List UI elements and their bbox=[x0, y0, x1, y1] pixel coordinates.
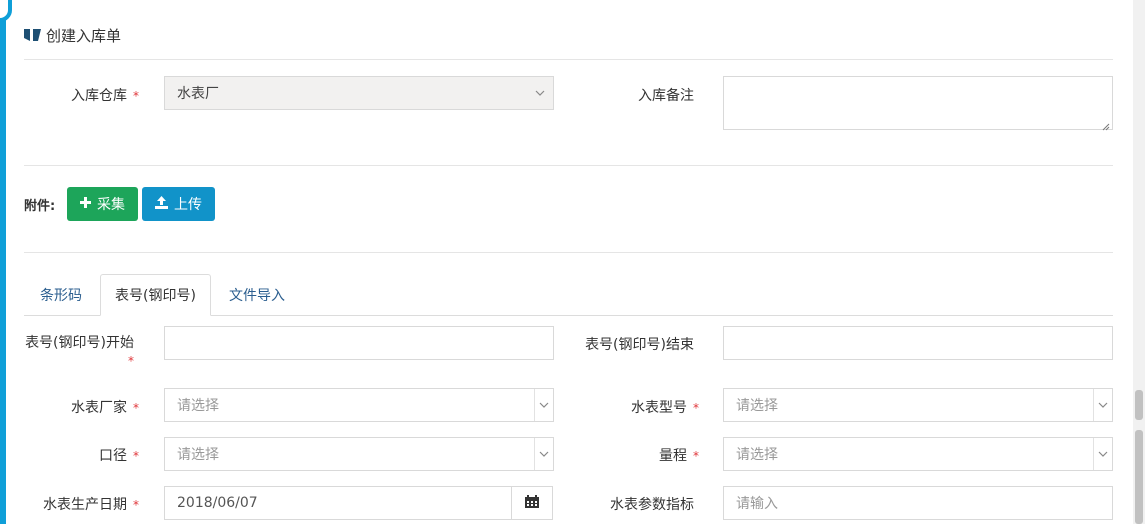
calendar-icon bbox=[525, 494, 539, 512]
maker-label: 水表厂家 * bbox=[71, 400, 139, 416]
page-title: 创建入库单 bbox=[46, 26, 122, 45]
tab-meter-number[interactable]: 表号(钢印号) bbox=[100, 274, 211, 316]
collect-button[interactable]: 采集 bbox=[67, 187, 138, 221]
model-placeholder: 请选择 bbox=[736, 398, 778, 414]
divider bbox=[24, 59, 1113, 60]
collect-button-label: 采集 bbox=[97, 197, 125, 213]
upload-button[interactable]: 上传 bbox=[142, 187, 215, 221]
remark-textarea[interactable] bbox=[723, 76, 1113, 131]
production-date-input[interactable]: 2018/06/07 bbox=[164, 486, 553, 520]
title-mark-icon bbox=[24, 28, 42, 42]
caliber-select[interactable]: 请选择 bbox=[164, 437, 554, 471]
model-label: 水表型号 * bbox=[631, 400, 699, 416]
warehouse-value: 水表厂 bbox=[177, 86, 219, 102]
upload-icon bbox=[155, 195, 168, 213]
production-date-label: 水表生产日期 * bbox=[43, 497, 139, 513]
meter-start-input[interactable] bbox=[164, 326, 554, 360]
caliber-label: 口径 * bbox=[99, 448, 139, 464]
param-placeholder: 请输入 bbox=[736, 496, 778, 512]
maker-placeholder: 请选择 bbox=[177, 398, 219, 414]
tab-barcode[interactable]: 条形码 bbox=[24, 274, 98, 316]
tab-file-import[interactable]: 文件导入 bbox=[213, 274, 301, 316]
attachments-label: 附件: bbox=[24, 199, 56, 214]
meter-end-input[interactable] bbox=[723, 326, 1113, 360]
remark-label: 入库备注 bbox=[638, 88, 694, 104]
chevron-down-icon bbox=[1093, 438, 1112, 470]
model-select[interactable]: 请选择 bbox=[723, 388, 1113, 422]
meter-end-label: 表号(钢印号)结束 bbox=[585, 337, 694, 353]
range-select[interactable]: 请选择 bbox=[723, 437, 1113, 471]
chevron-down-icon bbox=[1093, 389, 1112, 421]
chevron-down-icon bbox=[534, 389, 553, 421]
divider bbox=[24, 165, 1113, 166]
maker-select[interactable]: 请选择 bbox=[164, 388, 554, 422]
scrollbar-thumb[interactable] bbox=[1135, 390, 1143, 420]
warehouse-select[interactable]: 水表厂 bbox=[164, 76, 554, 110]
calendar-button[interactable] bbox=[511, 487, 552, 519]
caliber-placeholder: 请选择 bbox=[177, 447, 219, 463]
plus-icon bbox=[80, 196, 91, 212]
param-input[interactable]: 请输入 bbox=[723, 486, 1113, 520]
resize-handle-icon[interactable] bbox=[1102, 119, 1110, 131]
page-scrollbar[interactable] bbox=[1133, 0, 1145, 524]
left-accent-strip bbox=[0, 0, 12, 524]
chevron-down-icon bbox=[534, 438, 553, 470]
divider bbox=[24, 252, 1113, 253]
page-header: 创建入库单 bbox=[24, 24, 121, 46]
production-date-value: 2018/06/07 bbox=[177, 495, 258, 511]
meter-start-label: 表号(钢印号)开始 * bbox=[25, 335, 134, 368]
warehouse-label: 入库仓库 * bbox=[71, 88, 139, 104]
notch-decoration bbox=[0, 0, 12, 22]
upload-button-label: 上传 bbox=[174, 197, 202, 213]
chevron-down-icon bbox=[531, 77, 549, 109]
param-label: 水表参数指标 bbox=[610, 497, 694, 513]
scrollbar-thumb-lower[interactable] bbox=[1135, 430, 1143, 524]
range-placeholder: 请选择 bbox=[736, 447, 778, 463]
range-label: 量程 * bbox=[659, 448, 699, 464]
